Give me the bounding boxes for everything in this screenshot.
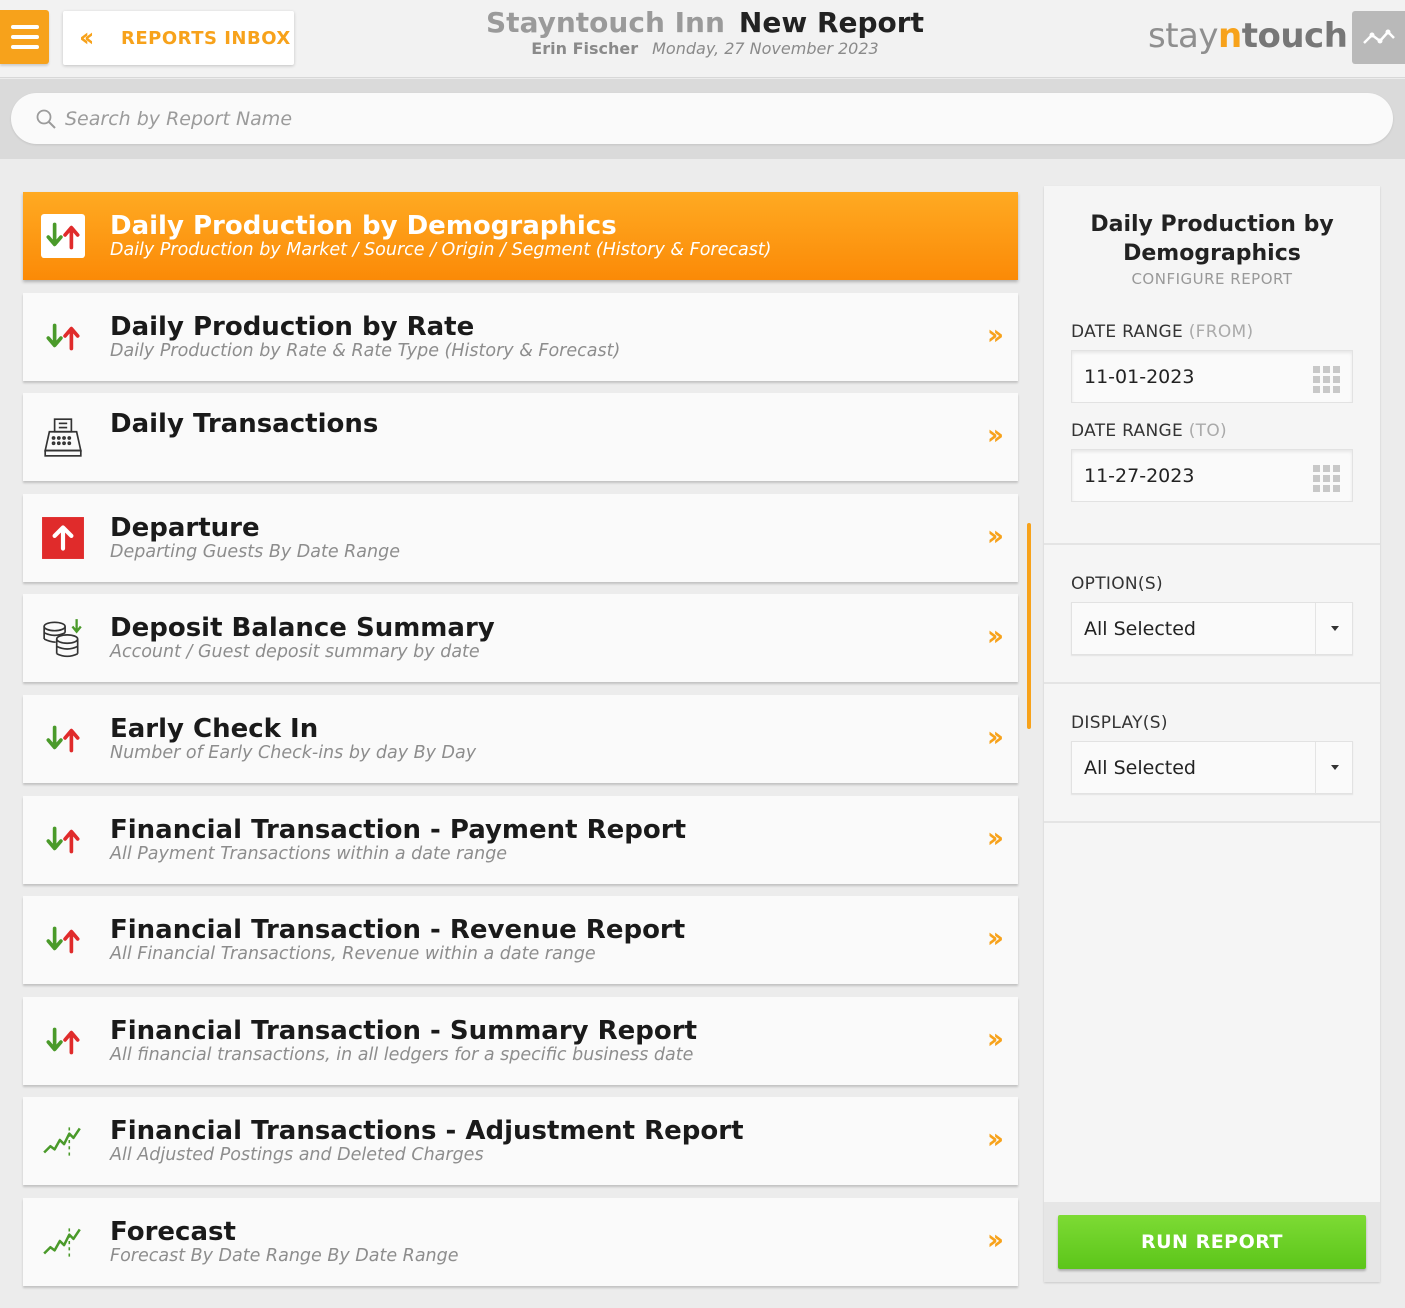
search-icon: [36, 109, 56, 129]
arrows-up-down-icon: [41, 918, 85, 962]
configure-report-subtitle: CONFIGURE REPORT: [1131, 270, 1293, 288]
report-description: All Adjusted Postings and Deleted Charge…: [110, 1145, 484, 1166]
search-bar-container: [0, 79, 1405, 159]
run-report-button[interactable]: RUN REPORT: [1058, 1215, 1366, 1269]
report-name: Deposit Balance Summary: [110, 613, 495, 644]
report-name: Financial Transaction - Summary Report: [110, 1015, 698, 1046]
report-list-item[interactable]: Deposit Balance Summary Account / Guest d…: [23, 594, 1018, 683]
report-description: Departing Guests By Date Range: [110, 541, 400, 562]
report-name: Forecast: [110, 1216, 236, 1247]
date-to-label: DATE RANGE (TO): [1071, 421, 1227, 441]
date-to-field[interactable]: 11-27-2023: [1071, 449, 1353, 502]
report-name: Departure: [110, 512, 260, 543]
report-description: All Payment Transactions within a date r…: [110, 843, 508, 864]
page-header: Stayntouch Inn New Report Erin Fischer Mon…: [470, 6, 940, 58]
report-name: Daily Production by Rate: [110, 311, 475, 342]
arrows-up-down-icon: [41, 214, 85, 258]
report-list-item[interactable]: Financial Transaction - Revenue Report Al…: [23, 896, 1018, 985]
report-name: Daily Transactions: [110, 409, 379, 440]
double-chevron-right-icon[interactable]: ››: [987, 1125, 1004, 1153]
report-description: Number of Early Check-ins by day By Day: [110, 742, 477, 763]
double-chevron-right-icon[interactable]: ››: [987, 622, 1004, 650]
double-chevron-right-icon[interactable]: ››: [987, 521, 1004, 550]
report-list-item[interactable]: Daily Transactions ››: [23, 393, 1018, 482]
double-chevron-left-icon: ‹‹: [79, 23, 94, 53]
date-from-value: 11-01-2023: [1084, 365, 1195, 388]
departure-arrow-icon: [41, 516, 85, 560]
back-button-label: REPORTS INBOX: [121, 27, 291, 49]
double-chevron-right-icon[interactable]: ››: [987, 722, 1004, 751]
displays-label: DISPLAY(S): [1071, 713, 1168, 733]
double-chevron-right-icon[interactable]: ››: [987, 1225, 1004, 1254]
arrows-up-down-icon: [41, 1019, 85, 1063]
report-list-item[interactable]: Daily Production by Demographics Daily Pr…: [23, 192, 1018, 280]
coins-icon: [41, 616, 85, 660]
report-list-item[interactable]: Forecast Forecast By Date Range By Date R…: [23, 1197, 1018, 1286]
arrows-up-down-icon: [41, 315, 85, 359]
trend-line-icon: [41, 1119, 85, 1163]
report-list-item[interactable]: Departure Departing Guests By Date Range ›…: [23, 493, 1018, 582]
displays-select[interactable]: All Selected: [1071, 741, 1353, 795]
divider: [1044, 821, 1380, 823]
graph-icon: [1362, 29, 1395, 44]
report-list-item[interactable]: Daily Production by Rate Daily Production…: [23, 292, 1018, 381]
report-description: Daily Production by Rate & Rate Type (Hi…: [110, 340, 621, 361]
page-title: New Report: [738, 6, 924, 39]
report-description: Account / Guest deposit summary by date: [110, 642, 480, 663]
calendar-icon[interactable]: [1313, 465, 1340, 492]
search-input[interactable]: [65, 107, 1265, 130]
report-name: Financial Transactions - Adjustment Repo…: [110, 1116, 744, 1147]
calendar-icon[interactable]: [1313, 366, 1340, 393]
report-list-item[interactable]: Early Check In Number of Early Check-ins …: [23, 694, 1018, 783]
double-chevron-right-icon[interactable]: ››: [987, 924, 1004, 952]
report-description: All Financial Transactions, Revenue with…: [110, 944, 596, 965]
double-chevron-right-icon[interactable]: ››: [987, 823, 1004, 852]
options-select[interactable]: All Selected: [1071, 602, 1353, 656]
report-list: Daily Production by Demographics Daily Pr…: [23, 192, 1018, 1299]
report-description: Daily Production by Market / Source / Or…: [110, 240, 772, 260]
menu-button[interactable]: [0, 10, 49, 64]
report-list-item[interactable]: Financial Transaction - Payment Report Al…: [23, 795, 1018, 884]
report-list-item[interactable]: Financial Transaction - Summary Report Al…: [23, 996, 1018, 1085]
report-description: Forecast By Date Range By Date Range: [110, 1245, 459, 1266]
search-box[interactable]: [11, 93, 1393, 144]
date-to-value: 11-27-2023: [1084, 464, 1195, 487]
double-chevron-right-icon[interactable]: ››: [987, 320, 1004, 349]
report-list-item[interactable]: Financial Transactions - Adjustment Repo…: [23, 1097, 1018, 1186]
arrows-up-down-icon: [41, 717, 85, 761]
cash-register-icon: [41, 415, 85, 459]
list-scrollbar[interactable]: [1027, 523, 1031, 729]
trend-line-icon: [41, 1220, 85, 1264]
report-name: Financial Transaction - Revenue Report: [110, 915, 686, 946]
hamburger-icon: [10, 25, 39, 29]
divider: [1044, 682, 1380, 684]
report-name: Daily Production by Demographics: [110, 211, 617, 241]
arrows-up-down-icon: [41, 818, 85, 862]
options-label: OPTION(S): [1071, 574, 1163, 594]
double-chevron-right-icon[interactable]: ››: [987, 421, 1004, 449]
reports-inbox-button[interactable]: ‹‹ REPORTS INBOX: [63, 11, 294, 65]
displays-value: All Selected: [1084, 756, 1196, 779]
report-name: Financial Transaction - Payment Report: [110, 814, 687, 845]
stayntouch-logo: stayntouch: [1148, 16, 1348, 56]
user-name: Erin Fischer: [531, 39, 639, 58]
hotel-name: Stayntouch Inn: [486, 6, 725, 39]
double-chevron-right-icon[interactable]: ››: [987, 1024, 1004, 1053]
report-description: All financial transactions, in all ledge…: [110, 1044, 694, 1065]
date-from-field[interactable]: 11-01-2023: [1071, 350, 1353, 403]
dropdown-caret-icon: [1331, 765, 1339, 770]
options-value: All Selected: [1084, 617, 1196, 640]
dashboard-graph-button[interactable]: [1352, 11, 1405, 64]
configure-report-panel: Daily Production by Demographics CONFIGU…: [1044, 186, 1380, 1282]
dropdown-caret-icon: [1331, 626, 1339, 631]
divider: [1044, 543, 1380, 545]
top-bar: ‹‹ REPORTS INBOX Stayntouch Inn New Repor…: [0, 0, 1405, 78]
business-date: Monday, 27 November 2023: [652, 39, 879, 58]
configure-report-title: Daily Production by Demographics: [1090, 212, 1334, 266]
date-from-label: DATE RANGE (FROM): [1071, 322, 1254, 342]
panel-footer: RUN REPORT: [1044, 1202, 1380, 1282]
report-name: Early Check In: [110, 713, 319, 744]
